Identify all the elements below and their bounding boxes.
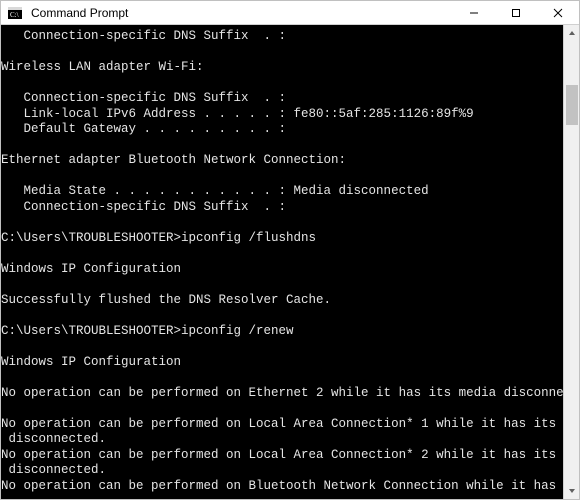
svg-text:C:\: C:\	[10, 11, 19, 19]
terminal-line: disconnected.	[1, 463, 563, 479]
terminal-line	[1, 215, 563, 231]
terminal-line: Connection-specific DNS Suffix . :	[1, 29, 563, 45]
terminal-line	[1, 169, 563, 185]
terminal-line: No operation can be performed on Etherne…	[1, 386, 563, 402]
terminal-line: C:\Users\TROUBLESHOOTER>ipconfig /flushd…	[1, 231, 563, 247]
terminal-line: Connection-specific DNS Suffix . :	[1, 91, 563, 107]
terminal-line: C:\Users\TROUBLESHOOTER>ipconfig /renew	[1, 324, 563, 340]
window-controls	[453, 1, 579, 24]
command-prompt-window: C:\ Command Prompt Connection-specific D…	[0, 0, 580, 500]
terminal-line: No operation can be performed on Bluetoo…	[1, 479, 563, 495]
terminal-line	[1, 401, 563, 417]
terminal-line	[1, 277, 563, 293]
terminal-line	[1, 308, 563, 324]
terminal-line: Windows IP Configuration	[1, 262, 563, 278]
terminal-line	[1, 339, 563, 355]
app-icon: C:\	[7, 5, 23, 21]
terminal-line: No operation can be performed on Local A…	[1, 448, 563, 464]
terminal-line: disconnected.	[1, 432, 563, 448]
terminal-line: Wireless LAN adapter Wi-Fi:	[1, 60, 563, 76]
scroll-thumb[interactable]	[566, 85, 578, 125]
terminal-line: Windows IP Configuration	[1, 355, 563, 371]
scroll-up-arrow-icon[interactable]	[564, 25, 580, 41]
scroll-down-arrow-icon[interactable]	[564, 483, 580, 499]
vertical-scrollbar[interactable]	[563, 25, 579, 499]
terminal-line	[1, 138, 563, 154]
terminal-line: Ethernet adapter Bluetooth Network Conne…	[1, 153, 563, 169]
titlebar[interactable]: C:\ Command Prompt	[1, 1, 579, 25]
terminal-line: No operation can be performed on Local A…	[1, 417, 563, 433]
close-button[interactable]	[537, 1, 579, 25]
terminal-output[interactable]: Connection-specific DNS Suffix . : Wirel…	[1, 25, 563, 499]
terminal-line: Media State . . . . . . . . . . . : Medi…	[1, 184, 563, 200]
terminal-line: Successfully flushed the DNS Resolver Ca…	[1, 293, 563, 309]
terminal-line	[1, 246, 563, 262]
maximize-button[interactable]	[495, 1, 537, 25]
minimize-button[interactable]	[453, 1, 495, 25]
window-title: Command Prompt	[29, 6, 453, 20]
terminal-line: Connection-specific DNS Suffix . :	[1, 200, 563, 216]
terminal-line	[1, 370, 563, 386]
terminal-line	[1, 45, 563, 61]
terminal-line: Default Gateway . . . . . . . . . :	[1, 122, 563, 138]
terminal-line: Link-local IPv6 Address . . . . . : fe80…	[1, 107, 563, 123]
terminal-line	[1, 76, 563, 92]
content-area: Connection-specific DNS Suffix . : Wirel…	[1, 25, 579, 499]
